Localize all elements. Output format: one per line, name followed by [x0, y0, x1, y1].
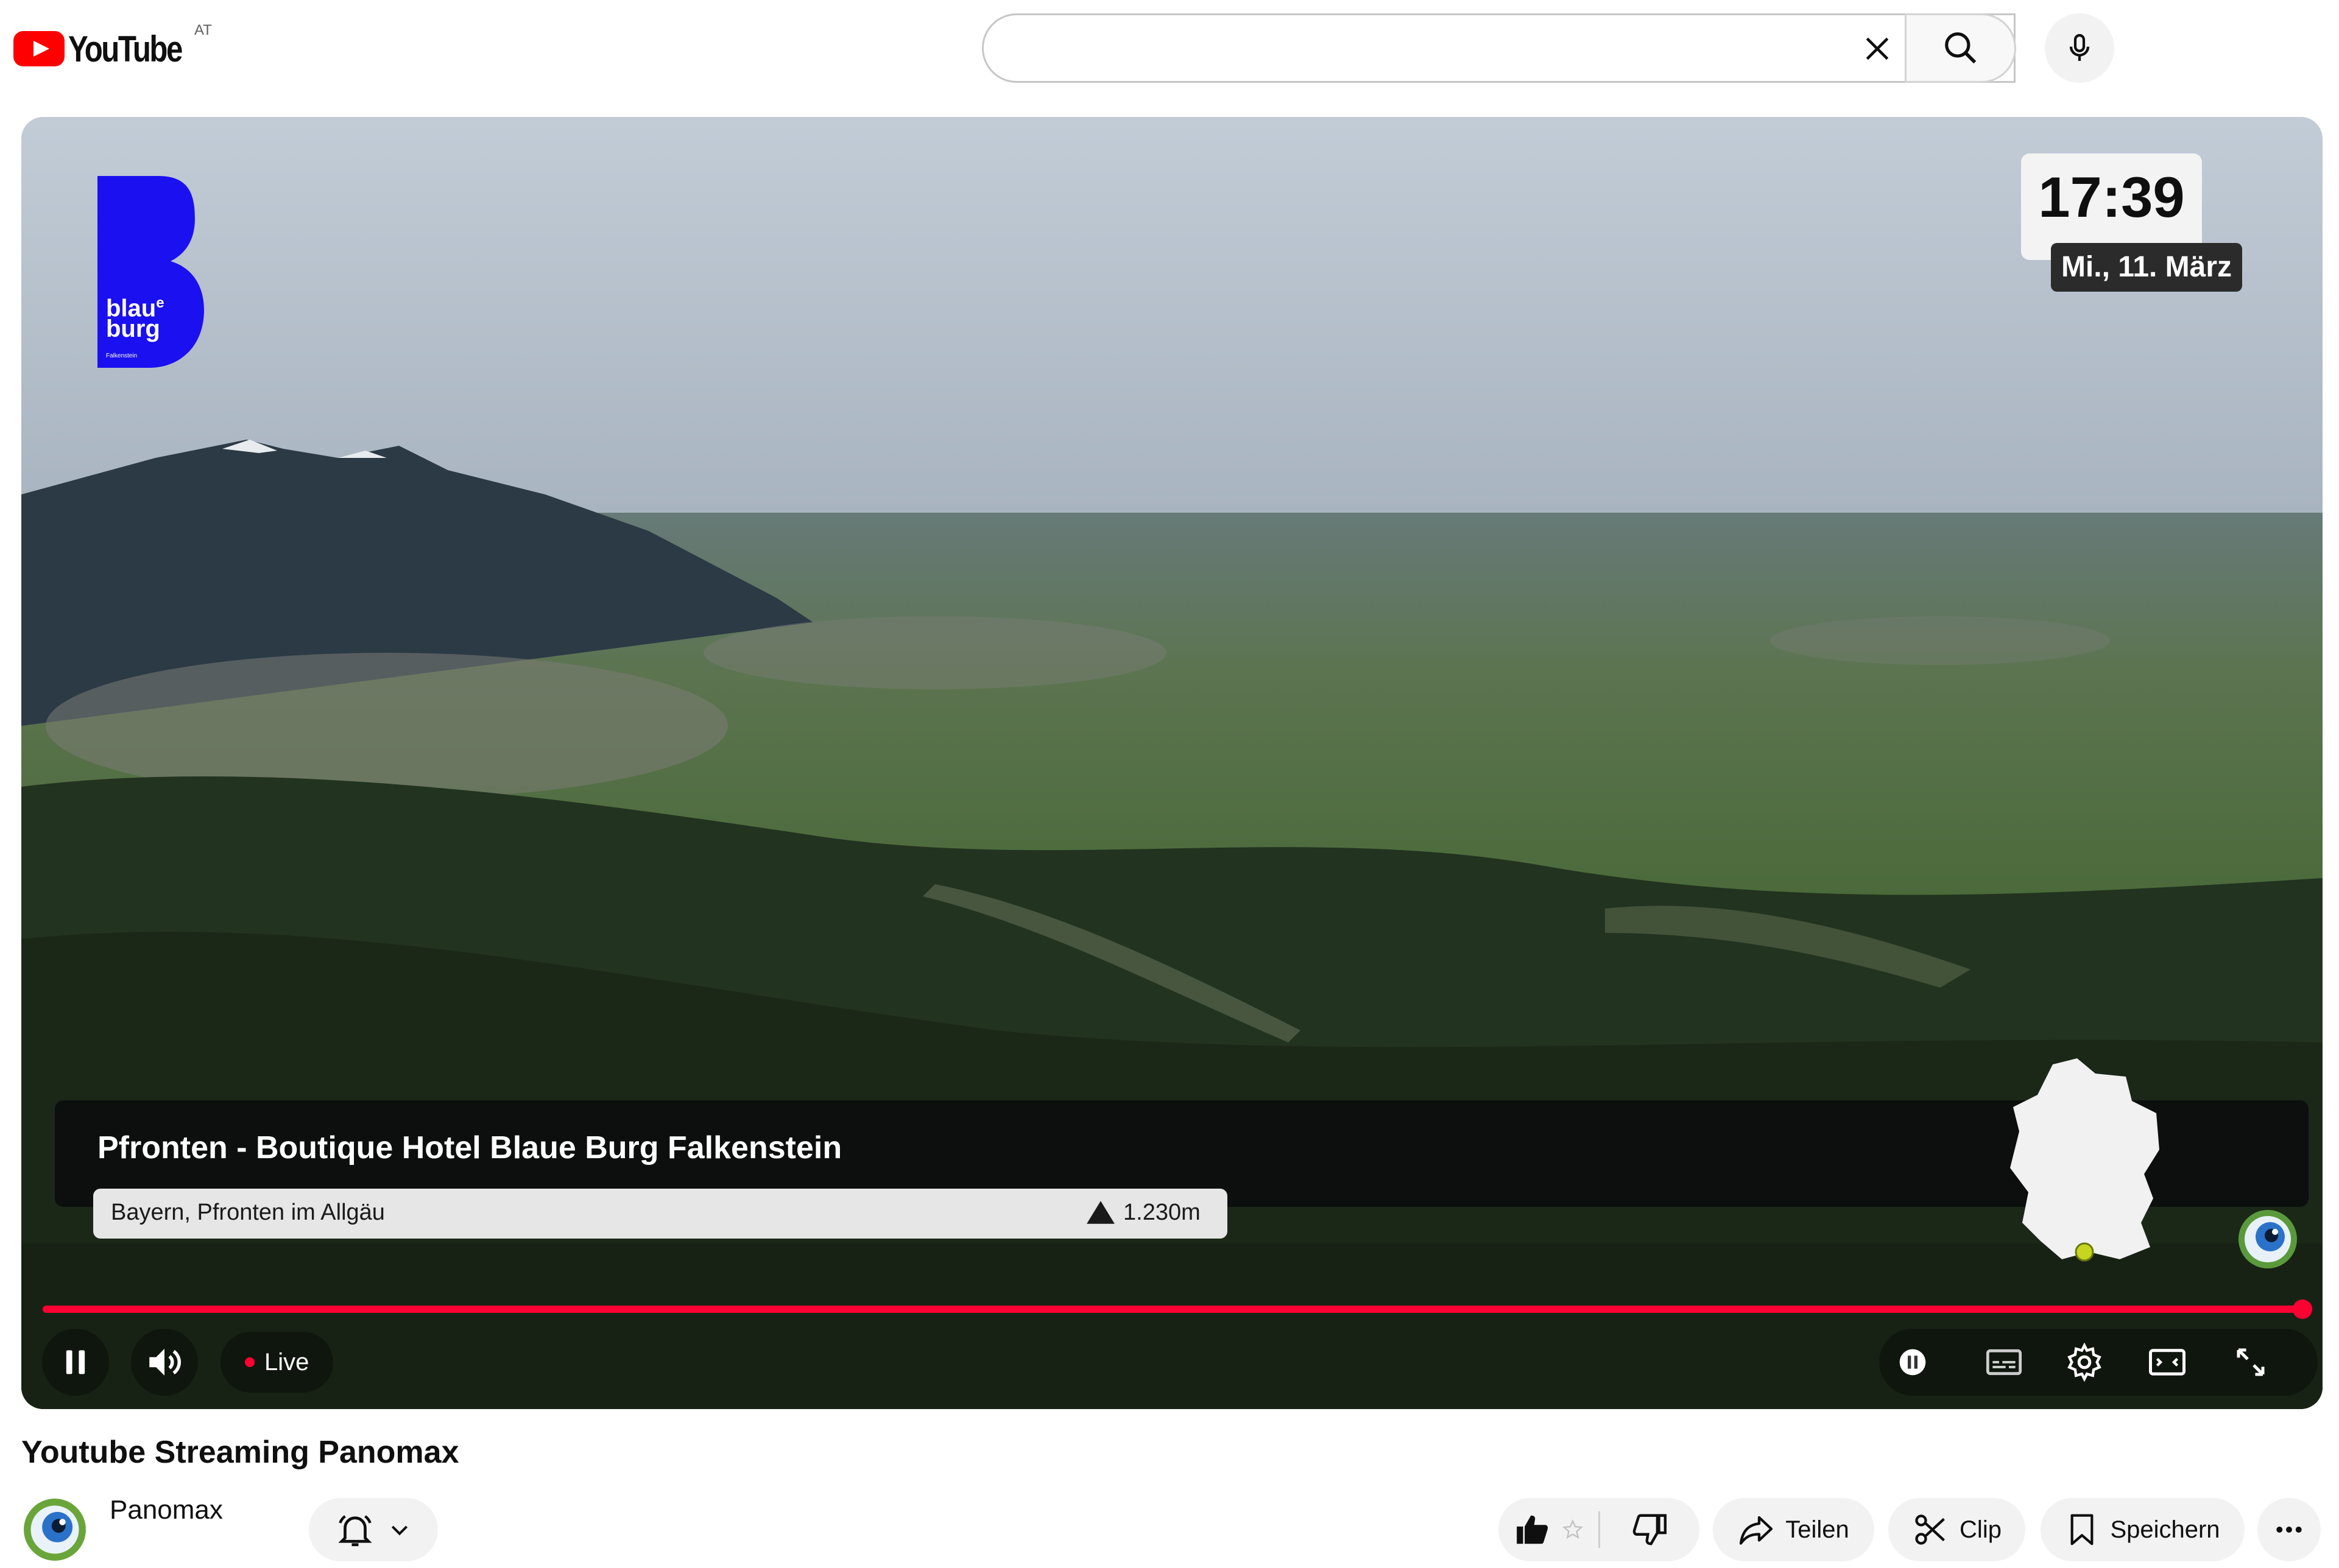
fullscreen-icon: [2237, 1348, 2265, 1376]
share-button[interactable]: Teilen: [1713, 1498, 1874, 1561]
clip-label: Clip: [1960, 1516, 2002, 1543]
altitude-value: 1.230m: [1123, 1199, 1201, 1225]
search-icon: [1944, 32, 1976, 64]
subtitles-button[interactable]: [1970, 1329, 2037, 1396]
youtube-logo[interactable]: YouTube AT: [13, 22, 212, 73]
thumbs-up-icon: [1516, 1515, 1548, 1544]
subtitles-icon: [1986, 1349, 2022, 1376]
search-input[interactable]: [1008, 27, 1802, 71]
clock-date: Mi., 11. März: [2051, 243, 2242, 292]
share-label: Teilen: [1785, 1516, 1849, 1543]
dislike-button[interactable]: [1600, 1498, 1700, 1561]
brand-logo-sup: e: [156, 295, 164, 311]
live-badge[interactable]: Live: [220, 1332, 334, 1393]
like-dislike-group: [1498, 1498, 1699, 1561]
chevron-down-icon: [391, 1525, 408, 1536]
live-dot-icon: [245, 1357, 255, 1367]
save-label: Speichern: [2110, 1516, 2220, 1543]
mountain-icon: [1087, 1201, 1115, 1224]
germany-map-icon: [2004, 1058, 2187, 1278]
progress-scrubber-handle[interactable]: [2293, 1299, 2312, 1319]
fullscreen-button[interactable]: [2217, 1329, 2284, 1396]
youtube-play-icon: [13, 31, 65, 66]
brand-logo-line2: burg: [106, 315, 160, 343]
bookmark-icon: [2071, 1514, 2094, 1545]
youtube-logo-text: YouTube: [68, 28, 183, 69]
star-icon: [1562, 1519, 1583, 1539]
autoplay-toggle-icon: [1899, 1349, 1926, 1376]
more-actions-button[interactable]: [2257, 1498, 2321, 1561]
save-button[interactable]: Speichern: [2041, 1498, 2245, 1561]
panomax-eye-icon: [2237, 1209, 2298, 1270]
close-icon: [1866, 37, 1889, 60]
notification-bell-button[interactable]: [309, 1498, 438, 1561]
mute-button[interactable]: [131, 1329, 198, 1396]
channel-avatar[interactable]: [23, 1498, 86, 1561]
settings-icon: [2067, 1342, 2101, 1382]
live-label: Live: [264, 1348, 309, 1376]
progress-bar[interactable]: [43, 1306, 2302, 1313]
country-code: AT: [194, 22, 212, 38]
pause-button[interactable]: [42, 1329, 109, 1396]
theater-mode-icon: [2149, 1349, 2186, 1376]
brand-logo-line3: Falkenstein: [106, 353, 138, 360]
right-player-controls: [1879, 1329, 2318, 1396]
location-text: Bayern, Pfronten im Allgäu: [111, 1200, 385, 1225]
pause-icon: [66, 1350, 85, 1374]
share-icon: [1740, 1516, 1773, 1545]
webcam-title: Pfronten - Boutique Hotel Blaue Burg Fal…: [97, 1130, 842, 1165]
clock-time: 17:39: [2038, 165, 2185, 229]
search-button[interactable]: [1905, 13, 2016, 83]
blaue-burg-logo: blaue burg Falkenstein: [97, 176, 204, 368]
clear-search-button[interactable]: [1852, 23, 1903, 74]
scissors-icon: [1915, 1514, 1945, 1545]
more-horizontal-icon: [2276, 1527, 2302, 1533]
channel-name[interactable]: Panomax: [110, 1495, 223, 1525]
video-title: Youtube Streaming Panomax: [21, 1435, 459, 1470]
thumbs-down-icon: [1633, 1514, 1667, 1545]
clip-button[interactable]: Clip: [1888, 1498, 2025, 1561]
panomax-avatar-icon: [24, 1499, 86, 1561]
voice-search-button[interactable]: [2045, 13, 2114, 83]
settings-button[interactable]: [2051, 1329, 2118, 1396]
theater-mode-button[interactable]: [2134, 1329, 2201, 1396]
autoplay-toggle[interactable]: [1879, 1329, 1946, 1396]
volume-icon: [149, 1349, 181, 1376]
mic-icon: [2069, 33, 2090, 61]
like-button[interactable]: [1498, 1498, 1598, 1561]
bell-icon: [338, 1515, 372, 1547]
altitude-indicator: 1.230m: [1085, 1197, 1201, 1228]
